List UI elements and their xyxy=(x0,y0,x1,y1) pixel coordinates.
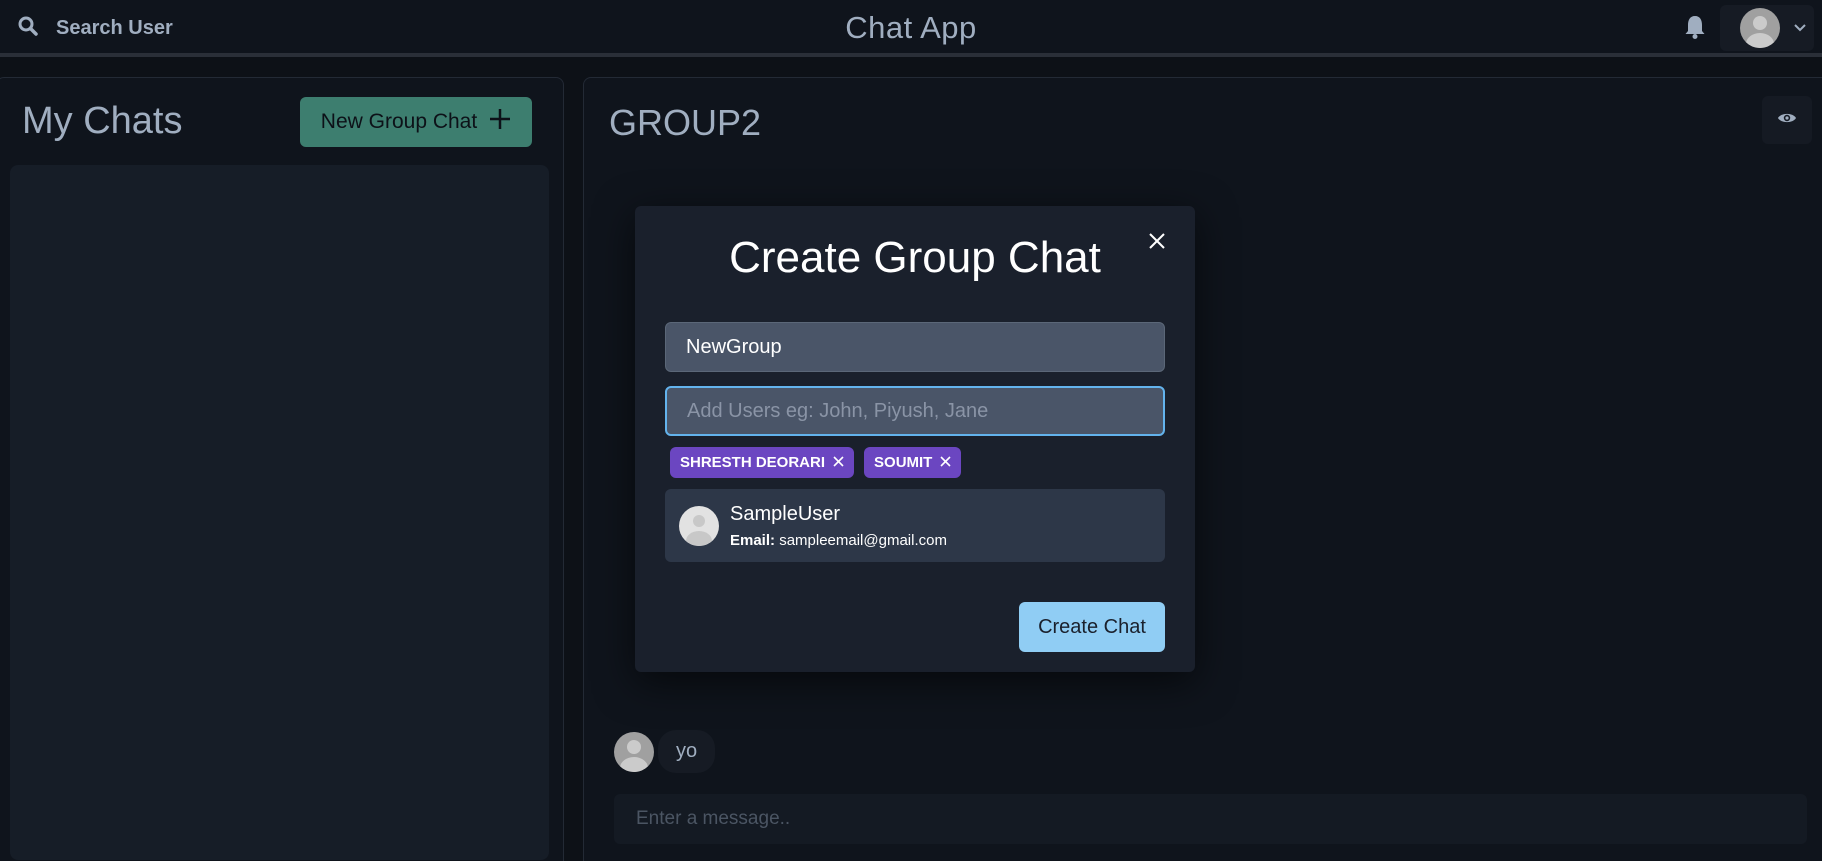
modal-title: Create Group Chat xyxy=(729,233,1101,282)
create-chat-button[interactable]: Create Chat xyxy=(1019,602,1165,652)
create-group-modal: Create Group Chat SHRESTH DEORARI SOUMIT xyxy=(635,206,1195,672)
user-tag-label: SOUMIT xyxy=(874,454,933,471)
avatar xyxy=(679,506,719,546)
user-tag-label: SHRESTH DEORARI xyxy=(680,454,826,471)
result-user-name: SampleUser xyxy=(730,503,841,525)
group-name-input[interactable] xyxy=(665,322,1165,372)
email-value: sampleemail@gmail.com xyxy=(779,532,947,549)
user-tag[interactable]: SHRESTH DEORARI xyxy=(670,447,855,478)
user-search-result[interactable]: SampleUser Email: sampleemail@gmail.com xyxy=(665,489,1165,562)
add-users-input[interactable] xyxy=(665,386,1165,436)
user-tag[interactable]: SOUMIT xyxy=(864,447,962,478)
result-user-email: Email: sampleemail@gmail.com xyxy=(730,532,947,549)
email-label: Email: xyxy=(730,532,776,549)
close-icon[interactable] xyxy=(833,454,844,471)
close-icon[interactable] xyxy=(940,454,951,471)
close-icon[interactable] xyxy=(1141,225,1173,257)
selected-users-list: SHRESTH DEORARI SOUMIT xyxy=(670,447,962,478)
